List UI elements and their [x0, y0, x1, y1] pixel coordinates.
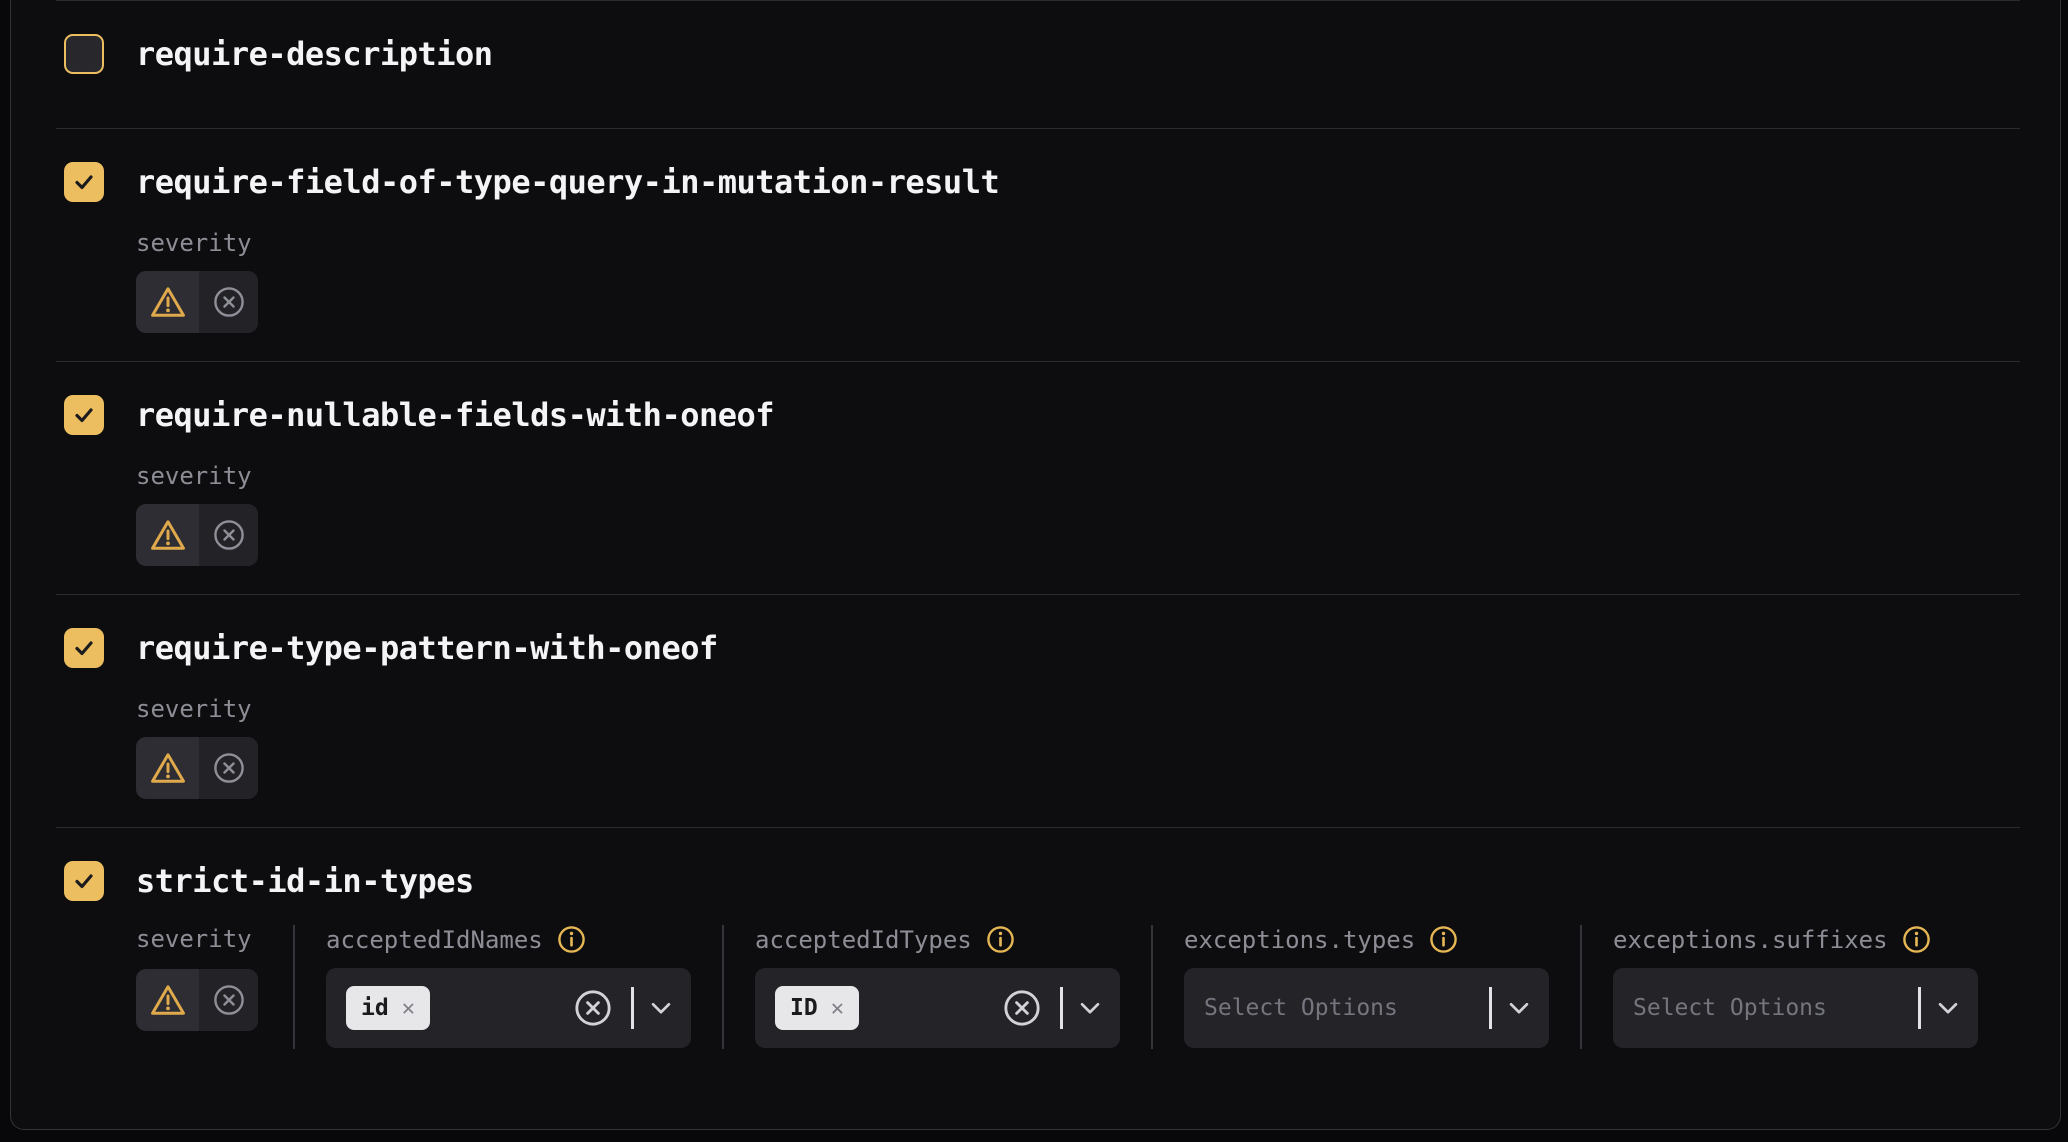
rule-row-strict-id-in-types: strict-id-in-types severity acceptedI — [56, 827, 2020, 1110]
chevron-down-icon[interactable] — [1080, 1002, 1100, 1015]
rule-checkbox-checked[interactable] — [64, 162, 104, 202]
circle-x-icon — [213, 984, 245, 1016]
rule-name: require-description — [136, 35, 493, 73]
rule-checkbox-checked[interactable] — [64, 395, 104, 435]
circle-x-clear-icon[interactable] — [574, 989, 612, 1027]
severity-off-button[interactable] — [199, 737, 258, 799]
rule-checkbox-unchecked[interactable] — [64, 34, 104, 74]
rule-row-require-type-pattern-with-oneof: require-type-pattern-with-oneof severity — [56, 594, 2020, 827]
circle-x-icon — [213, 752, 245, 784]
select-divider — [1060, 987, 1063, 1029]
option-label: acceptedIdNames — [326, 926, 543, 954]
select-divider — [1918, 987, 1921, 1029]
rule-name: require-nullable-fields-with-oneof — [136, 396, 774, 434]
rule-checkbox-checked[interactable] — [64, 628, 104, 668]
rule-name: require-type-pattern-with-oneof — [136, 629, 718, 667]
option-column-severity: severity — [136, 925, 293, 1049]
rule-row-require-description: require-description — [56, 0, 2020, 128]
info-circle-icon[interactable] — [557, 925, 586, 954]
check-icon — [72, 403, 96, 427]
severity-warning-button[interactable] — [136, 271, 199, 333]
chevron-down-icon[interactable] — [1938, 1002, 1958, 1015]
acceptedIdNames-multiselect[interactable]: id ✕ — [326, 968, 691, 1048]
warning-triangle-icon — [150, 750, 186, 786]
severity-toggle-group — [136, 737, 258, 799]
chevron-down-icon[interactable] — [1509, 1002, 1529, 1015]
severity-toggle-group — [136, 969, 258, 1031]
selected-chip: id ✕ — [346, 986, 430, 1030]
select-divider — [1489, 987, 1492, 1029]
severity-warning-button[interactable] — [136, 737, 199, 799]
check-icon — [72, 636, 96, 660]
chip-label: ID — [790, 995, 818, 1021]
severity-label: severity — [136, 695, 2020, 723]
acceptedIdTypes-multiselect[interactable]: ID ✕ — [755, 968, 1120, 1048]
warning-triangle-icon — [150, 284, 186, 320]
chip-label: id — [361, 995, 389, 1021]
rule-row-require-field-of-type-query-in-mutation-result: require-field-of-type-query-in-mutation-… — [56, 128, 2020, 361]
select-placeholder: Select Options — [1204, 995, 1398, 1021]
rule-row-require-nullable-fields-with-oneof: require-nullable-fields-with-oneof sever… — [56, 361, 2020, 594]
check-icon — [72, 869, 96, 893]
selected-chip: ID ✕ — [775, 986, 859, 1030]
option-column-acceptedIdNames: acceptedIdNames id ✕ — [293, 925, 722, 1049]
warning-triangle-icon — [150, 982, 186, 1018]
info-circle-icon[interactable] — [986, 925, 1015, 954]
option-label: exceptions.types — [1184, 926, 1415, 954]
info-circle-icon[interactable] — [1902, 925, 1931, 954]
check-icon — [72, 170, 96, 194]
warning-triangle-icon — [150, 517, 186, 553]
exceptions-types-multiselect[interactable]: Select Options — [1184, 968, 1549, 1048]
severity-off-button[interactable] — [199, 504, 258, 566]
severity-off-button[interactable] — [199, 271, 258, 333]
severity-toggle-group — [136, 271, 258, 333]
x-remove-icon[interactable]: ✕ — [831, 996, 844, 1021]
option-column-exceptions-types: exceptions.types Select Options — [1151, 925, 1580, 1049]
option-label: acceptedIdTypes — [755, 926, 972, 954]
severity-warning-button[interactable] — [136, 969, 199, 1031]
option-label: exceptions.suffixes — [1613, 926, 1888, 954]
rule-name: strict-id-in-types — [136, 862, 474, 900]
option-column-exceptions-suffixes: exceptions.suffixes Select Options — [1580, 925, 2009, 1049]
option-column-acceptedIdTypes: acceptedIdTypes ID ✕ — [722, 925, 1151, 1049]
exceptions-suffixes-multiselect[interactable]: Select Options — [1613, 968, 1978, 1048]
rules-panel: require-description require-field-of-typ… — [10, 0, 2061, 1130]
severity-toggle-group — [136, 504, 258, 566]
rule-checkbox-checked[interactable] — [64, 861, 104, 901]
chevron-down-icon[interactable] — [651, 1002, 671, 1015]
severity-off-button[interactable] — [199, 969, 258, 1031]
info-circle-icon[interactable] — [1429, 925, 1458, 954]
circle-x-clear-icon[interactable] — [1003, 989, 1041, 1027]
rule-options-row: severity acceptedIdNames — [136, 925, 2020, 1049]
severity-label: severity — [136, 925, 262, 953]
rule-name: require-field-of-type-query-in-mutation-… — [136, 163, 999, 201]
x-remove-icon[interactable]: ✕ — [402, 996, 415, 1021]
severity-label: severity — [136, 462, 2020, 490]
severity-label: severity — [136, 229, 2020, 257]
circle-x-icon — [213, 286, 245, 318]
circle-x-icon — [213, 519, 245, 551]
select-placeholder: Select Options — [1633, 995, 1827, 1021]
severity-warning-button[interactable] — [136, 504, 199, 566]
select-divider — [631, 987, 634, 1029]
